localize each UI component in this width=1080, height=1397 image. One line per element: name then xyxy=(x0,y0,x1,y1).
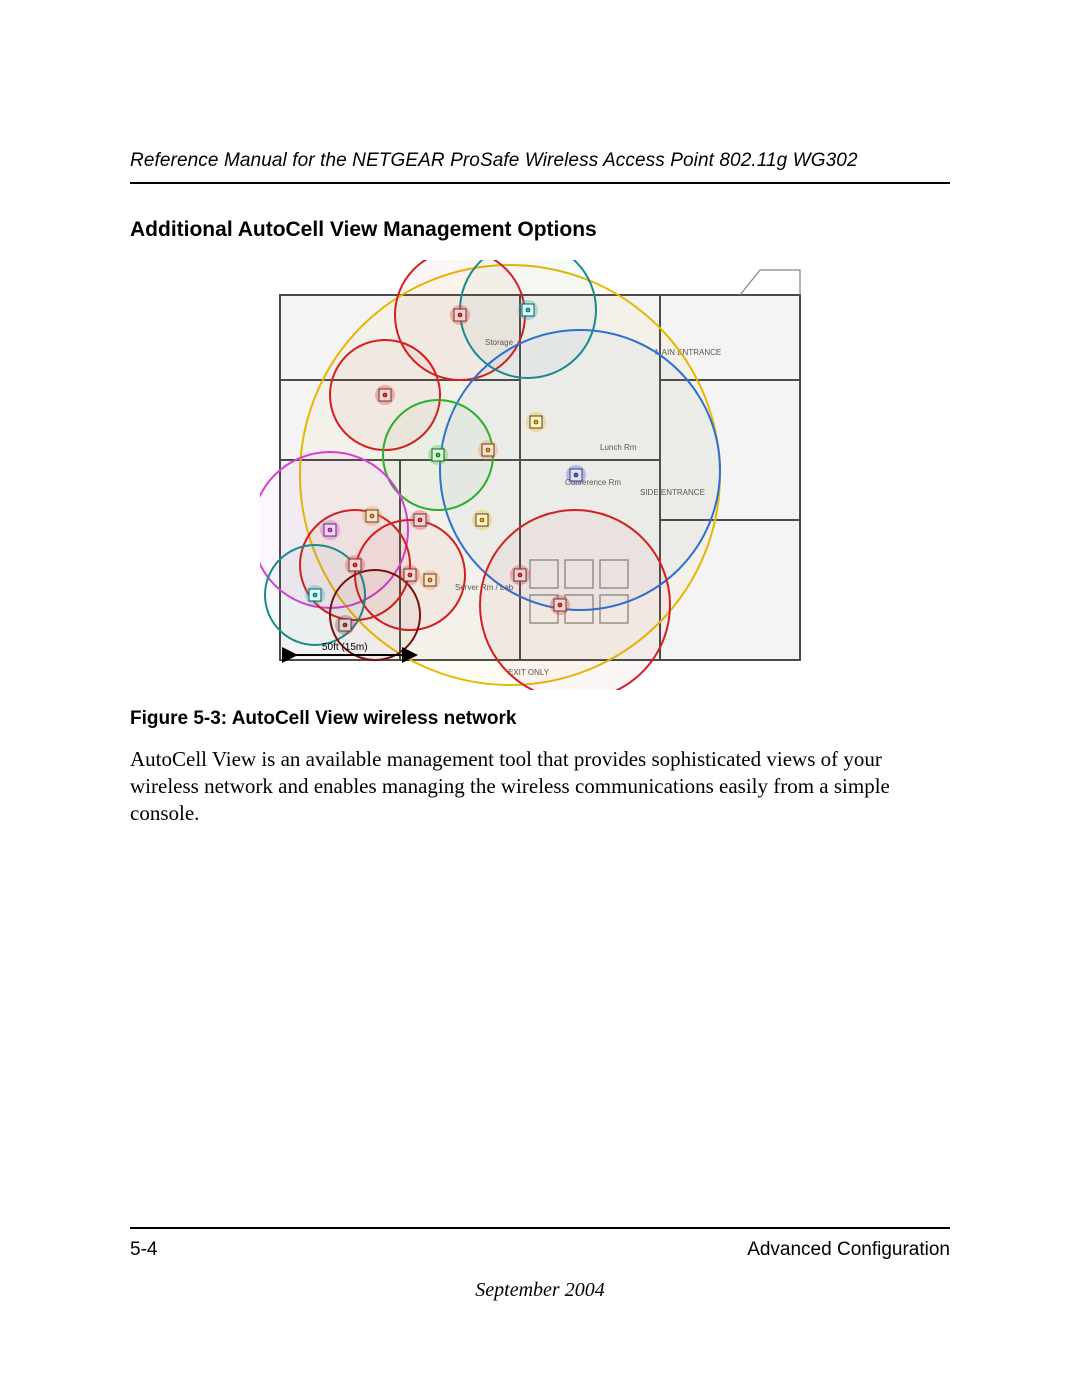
footer-date: September 2004 xyxy=(130,1279,950,1302)
access-point-icon xyxy=(400,565,420,585)
coverage-circle xyxy=(480,510,670,690)
access-point-icon xyxy=(472,510,492,530)
access-point-icon xyxy=(478,440,498,460)
footer-page-number: 5-4 xyxy=(130,1239,157,1261)
access-point-icon xyxy=(518,300,538,320)
access-point-icon xyxy=(526,412,546,432)
access-point-icon xyxy=(566,465,586,485)
footer-section-name: Advanced Configuration xyxy=(747,1239,950,1261)
access-point-icon xyxy=(410,510,430,530)
access-point-icon xyxy=(362,506,382,526)
page-footer: 5-4 Advanced Configuration September 200… xyxy=(130,1227,950,1302)
body-paragraph: AutoCell View is an available management… xyxy=(130,746,950,827)
running-header: Reference Manual for the NETGEAR ProSafe… xyxy=(130,150,950,184)
figure-caption: Figure 5-3: AutoCell View wireless netwo… xyxy=(130,708,950,730)
section-heading: Additional AutoCell View Management Opti… xyxy=(130,218,950,242)
figure-container: Conference Rm Lunch Rm Storage Server Rm… xyxy=(130,260,950,690)
access-point-icon xyxy=(305,585,325,605)
access-point-icon xyxy=(420,570,440,590)
access-point-icon xyxy=(510,565,530,585)
access-point-icon xyxy=(320,520,340,540)
document-page: Reference Manual for the NETGEAR ProSafe… xyxy=(0,0,1080,1397)
access-point-icon xyxy=(335,615,355,635)
access-point-icon xyxy=(345,555,365,575)
access-point-icon xyxy=(450,305,470,325)
scale-label: 50ft (15m) xyxy=(322,642,368,653)
autocell-floorplan-figure: Conference Rm Lunch Rm Storage Server Rm… xyxy=(260,260,820,690)
access-point-icon xyxy=(550,595,570,615)
access-point-icon xyxy=(428,445,448,465)
access-point-icon xyxy=(375,385,395,405)
